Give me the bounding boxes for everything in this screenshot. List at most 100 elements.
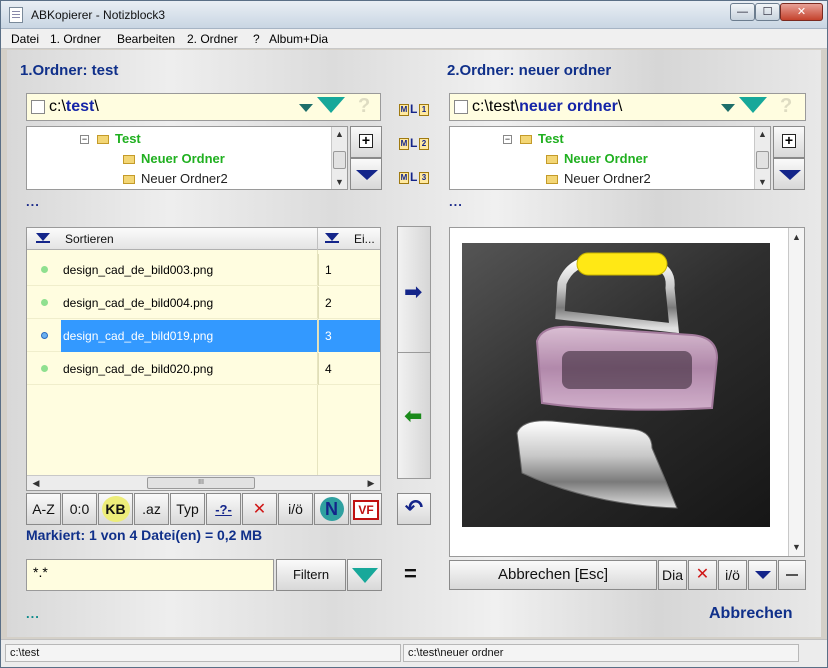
vf-button[interactable]: VF: [350, 493, 382, 525]
question-button[interactable]: -?-: [206, 493, 241, 525]
right-delete-button[interactable]: ✕: [688, 560, 717, 590]
list-item-selected[interactable]: design_cad_de_bild019.png 3: [27, 320, 380, 352]
menu-datei[interactable]: Datei: [11, 32, 39, 46]
type-button[interactable]: Typ: [170, 493, 205, 525]
scroll-up-icon[interactable]: ▲: [755, 127, 770, 141]
folder-icon: [520, 135, 532, 145]
filter-button[interactable]: Filtern: [276, 559, 346, 591]
close-icon: ✕: [695, 566, 710, 583]
menu-bearbeiten[interactable]: Bearbeiten: [117, 32, 175, 46]
path-dropdown-icon[interactable]: [739, 97, 767, 115]
filter-input[interactable]: *.*: [26, 559, 274, 591]
undo-button[interactable]: ↶: [397, 493, 431, 525]
scroll-up-icon[interactable]: ▲: [789, 230, 804, 244]
scroll-down-icon[interactable]: ▼: [332, 175, 347, 189]
maximize-button[interactable]: ☐: [755, 3, 780, 21]
menu-album-dia[interactable]: Album+Dia: [269, 32, 328, 46]
right-dropdown-button[interactable]: [748, 560, 777, 590]
tree-item-test[interactable]: Test: [520, 131, 564, 146]
file-number: 4: [318, 353, 380, 385]
list-item[interactable]: design_cad_de_bild003.png 1: [27, 254, 380, 286]
list-item[interactable]: design_cad_de_bild020.png 4: [27, 353, 380, 385]
left-folder-tree[interactable]: − Test Neuer Ordner Neuer Ordner2 ▲ ▼: [26, 126, 348, 190]
scroll-down-icon[interactable]: ▼: [789, 540, 804, 554]
tree-item-neuer-ordner[interactable]: Neuer Ordner: [546, 151, 648, 166]
tree-item-neuer-ordner[interactable]: Neuer Ordner: [123, 151, 225, 166]
copy-right-icon[interactable]: ➡: [404, 279, 422, 305]
minimize-button[interactable]: —: [730, 3, 755, 21]
sort-ext-button[interactable]: .az: [134, 493, 169, 525]
tree-collapse-icon[interactable]: −: [503, 135, 512, 144]
sort-icon[interactable]: [36, 233, 50, 243]
link-button-3[interactable]: ML3: [399, 170, 431, 188]
file-name: design_cad_de_bild020.png: [63, 362, 214, 376]
cancel-link[interactable]: Abbrechen: [709, 605, 793, 623]
menu-ordner2[interactable]: 2. Ordner: [187, 32, 238, 46]
left-new-folder-button[interactable]: +: [350, 126, 382, 158]
right-info-button[interactable]: i/ö: [718, 560, 747, 590]
header-sort[interactable]: Sortieren: [65, 232, 114, 246]
info-button[interactable]: i/ö: [278, 493, 313, 525]
right-expand-button[interactable]: [773, 158, 805, 190]
filter-dropdown-icon[interactable]: [347, 559, 382, 591]
link-button-2[interactable]: ML2: [399, 136, 431, 154]
scroll-thumb[interactable]: [756, 151, 769, 169]
scroll-up-icon[interactable]: ▲: [332, 127, 347, 141]
preview-scrollbar[interactable]: ▲ ▼: [788, 228, 804, 556]
list-item[interactable]: design_cad_de_bild004.png 2: [27, 287, 380, 319]
chevron-down-icon: [356, 170, 378, 180]
kb-button[interactable]: KB: [98, 493, 133, 525]
sort-zero-button[interactable]: 0:0: [62, 493, 97, 525]
sort-az-button[interactable]: A-Z: [26, 493, 61, 525]
file-list[interactable]: Sortieren Ei... design_cad_de_bild003.pn…: [26, 227, 381, 491]
dia-button[interactable]: Dia: [658, 560, 687, 590]
help-icon[interactable]: ?: [780, 95, 792, 118]
copy-left-icon[interactable]: ⬅: [404, 403, 422, 429]
left-path-box[interactable]: c:\test\ ?: [26, 93, 381, 121]
header-col2[interactable]: Ei...: [354, 232, 375, 246]
left-tree-scrollbar[interactable]: ▲ ▼: [331, 127, 347, 189]
close-button[interactable]: ✕: [780, 3, 823, 21]
right-path: c:\test\neuer ordner\: [472, 98, 623, 115]
link-button-1[interactable]: ML1: [399, 102, 431, 120]
drive-icon: [31, 100, 45, 114]
left-dots: ...: [26, 194, 40, 209]
tree-item-test[interactable]: Test: [97, 131, 141, 146]
tree-item-neuer-ordner2[interactable]: Neuer Ordner2: [123, 171, 228, 186]
left-expand-button[interactable]: [350, 158, 382, 190]
scroll-thumb[interactable]: III: [147, 477, 255, 489]
equals-button[interactable]: =: [404, 561, 417, 587]
right-minus-button[interactable]: [778, 560, 806, 590]
file-icon: [41, 299, 48, 306]
scroll-thumb[interactable]: [333, 151, 346, 169]
abbrechen-esc-button[interactable]: Abbrechen [Esc]: [449, 560, 657, 590]
tree-collapse-icon[interactable]: −: [80, 135, 89, 144]
help-icon[interactable]: ?: [358, 95, 370, 118]
right-folder-tree[interactable]: − Test Neuer Ordner Neuer Ordner2 ▲ ▼: [449, 126, 771, 190]
tree-item-neuer-ordner2[interactable]: Neuer Ordner2: [546, 171, 651, 186]
header-divider: [317, 228, 318, 250]
history-dropdown-icon[interactable]: [721, 104, 735, 112]
delete-button[interactable]: ✕: [242, 493, 277, 525]
path-dropdown-icon[interactable]: [317, 97, 345, 115]
n-logo-button[interactable]: N: [314, 493, 349, 525]
history-dropdown-icon[interactable]: [299, 104, 313, 112]
scroll-down-icon[interactable]: ▼: [755, 175, 770, 189]
file-icon: [41, 332, 48, 339]
menu-help[interactable]: ?: [253, 32, 260, 46]
right-tree-scrollbar[interactable]: ▲ ▼: [754, 127, 770, 189]
right-new-folder-button[interactable]: +: [773, 126, 805, 158]
status-bar: c:\test c:\test\neuer ordner: [1, 639, 827, 667]
sort-icon[interactable]: [325, 233, 339, 243]
open-folder-icon: [546, 155, 558, 165]
menu-bar: Datei 1. Ordner Bearbeiten 2. Ordner ? A…: [1, 29, 827, 49]
copy-panel: ➡ ⬅: [397, 226, 431, 479]
file-icon: [41, 365, 48, 372]
list-hscrollbar[interactable]: ◀ III ▶: [27, 475, 380, 490]
scroll-left-icon[interactable]: ◀: [29, 476, 43, 490]
menu-ordner1[interactable]: 1. Ordner: [50, 32, 101, 46]
right-path-box[interactable]: c:\test\neuer ordner\ ?: [449, 93, 806, 121]
scroll-right-icon[interactable]: ▶: [364, 476, 378, 490]
right-folder-title: 2.Ordner: neuer ordner: [447, 62, 612, 79]
file-number: 2: [318, 287, 380, 319]
